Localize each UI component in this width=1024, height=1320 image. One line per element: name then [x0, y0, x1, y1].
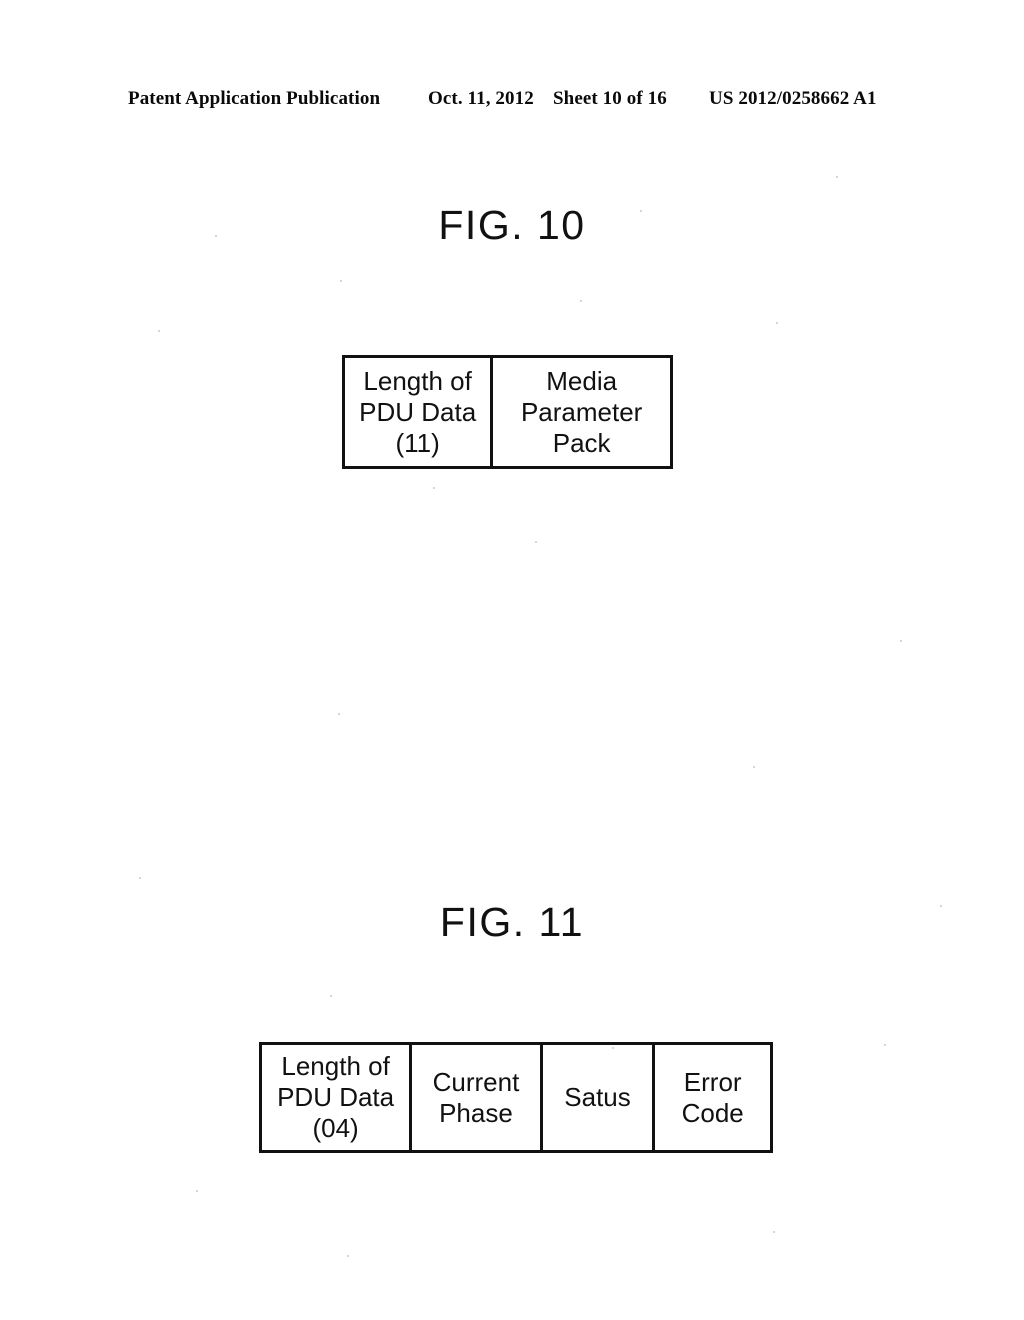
figure-11-field-0-label: Length of PDU Data (04) — [277, 1051, 395, 1143]
scan-speckle — [338, 713, 340, 715]
scan-speckle — [215, 235, 217, 237]
patent-page: Patent Application Publication Oct. 11, … — [0, 0, 1024, 1320]
scan-speckle — [347, 1255, 349, 1257]
scan-speckle — [139, 877, 141, 879]
header-document-number: US 2012/0258662 A1 — [709, 88, 877, 109]
scan-speckle — [900, 640, 902, 642]
header-publication-label: Patent Application Publication — [128, 88, 381, 109]
scan-speckle — [340, 280, 342, 282]
scan-speckle — [158, 330, 160, 332]
figure-11-title: FIG. 11 — [439, 899, 585, 945]
figure-11-pdu-frame-diagram: Length of PDU Data (04) Current Phase Sa… — [259, 1042, 773, 1153]
scan-speckle — [612, 1047, 614, 1049]
scan-speckle — [330, 995, 332, 997]
scan-speckle — [836, 176, 838, 178]
scan-speckle — [773, 1231, 775, 1233]
figure-11-field-1-label: Current Phase — [432, 1066, 520, 1128]
scan-speckle — [776, 322, 778, 324]
figure-11-field-3-label: Error Code — [681, 1066, 744, 1128]
figure-11-field-error-code: Error Code — [655, 1045, 770, 1150]
figure-11-field-2-label: Satus — [564, 1082, 631, 1112]
figure-11-field-length-of-pdu-data: Length of PDU Data (04) — [262, 1045, 413, 1150]
header-date-label: Oct. 11, 2012 — [428, 88, 534, 109]
figure-10-field-0-label: Length of PDU Data (11) — [359, 365, 477, 458]
scan-speckle — [884, 1044, 886, 1046]
figure-10-field-length-of-pdu-data: Length of PDU Data (11) — [345, 358, 494, 466]
figure-11-field-current-phase: Current Phase — [412, 1045, 543, 1150]
scan-speckle — [580, 300, 582, 302]
scan-speckle — [196, 1190, 198, 1192]
page-header: Patent Application Publication Oct. 11, … — [0, 88, 1024, 116]
figure-10-field-media-parameter-pack: Media Parameter Pack — [493, 358, 670, 466]
figure-10-pdu-frame-diagram: Length of PDU Data (11) Media Parameter … — [342, 355, 673, 469]
scan-speckle — [640, 210, 642, 212]
scan-speckle — [940, 905, 942, 907]
figure-10-field-1-label: Media Parameter Pack — [520, 365, 643, 458]
scan-speckle — [753, 766, 755, 768]
figure-10-title: FIG. 10 — [438, 202, 586, 248]
scan-speckle — [433, 487, 435, 489]
figure-11-field-satus: Satus — [543, 1045, 656, 1150]
header-sheet-label: Sheet 10 of 16 — [553, 88, 667, 109]
scan-speckle — [535, 541, 537, 543]
